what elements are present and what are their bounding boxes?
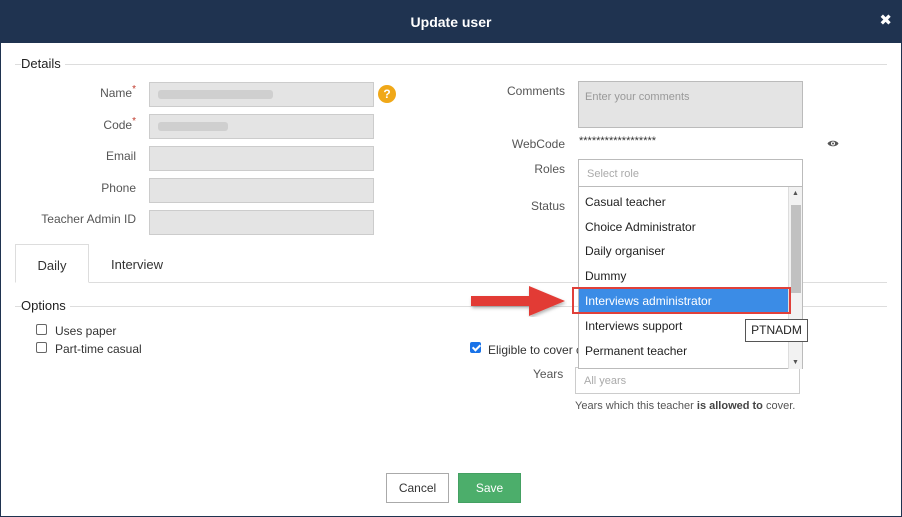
code-label: Code* — [103, 116, 136, 132]
scroll-up-icon[interactable]: ▲ — [792, 190, 799, 197]
cancel-button[interactable]: Cancel — [386, 473, 449, 503]
email-label: Email — [105, 149, 136, 163]
status-label: Status — [530, 199, 565, 213]
tab-interview[interactable]: Interview — [97, 244, 177, 283]
phone-label: Phone — [101, 181, 136, 195]
code-field[interactable] — [149, 114, 374, 139]
role-option-dummy[interactable]: Dummy — [579, 263, 789, 287]
scroll-down-icon[interactable]: ▼ — [792, 359, 799, 366]
roles-select[interactable]: Select role — [578, 159, 803, 187]
help-icon[interactable]: ? — [378, 85, 396, 103]
update-user-dialog: Update user ✖ Details Name* ? Code* Emai… — [0, 0, 902, 517]
uses-paper-checkbox[interactable] — [36, 324, 47, 335]
options-legend: Options — [21, 298, 70, 313]
close-icon[interactable]: ✖ — [879, 13, 892, 29]
role-option-casual-teacher[interactable]: Casual teacher — [579, 189, 789, 213]
role-option-choice-administrator[interactable]: Choice Administrator — [579, 214, 789, 238]
eligible-label: Eligible to cover c — [488, 343, 583, 357]
part-time-casual-checkbox[interactable] — [36, 342, 47, 353]
details-legend: Details — [21, 56, 65, 71]
name-label: Name* — [100, 84, 136, 100]
eye-icon[interactable] — [827, 137, 839, 151]
webcode-label: WebCode — [511, 137, 565, 151]
comments-textarea[interactable]: Enter your comments — [578, 81, 803, 128]
scroll-thumb[interactable] — [791, 205, 801, 293]
eligible-checkbox[interactable] — [470, 342, 481, 353]
email-field[interactable] — [149, 146, 374, 171]
details-divider — [15, 64, 887, 65]
teacher-admin-id-label: Teacher Admin ID — [41, 212, 136, 226]
webcode-value: ****************** — [579, 135, 657, 147]
role-code-tooltip: PTNADM — [745, 319, 808, 342]
years-select[interactable]: All years — [575, 367, 800, 394]
comments-label: Comments — [506, 84, 565, 98]
save-button[interactable]: Save — [458, 473, 521, 503]
dialog-title: Update user — [410, 14, 492, 30]
part-time-casual-label: Part-time casual — [55, 342, 142, 356]
dialog-header: Update user ✖ — [1, 1, 901, 43]
red-arrow-icon — [467, 281, 567, 320]
role-option-daily-organiser[interactable]: Daily organiser — [579, 238, 789, 262]
years-help-text: Years which this teacher is allowed to c… — [575, 400, 796, 412]
phone-field[interactable] — [149, 178, 374, 203]
roles-label: Roles — [534, 162, 565, 176]
uses-paper-label: Uses paper — [55, 324, 117, 338]
tab-daily[interactable]: Daily — [15, 244, 89, 283]
teacher-admin-id-field[interactable] — [149, 210, 374, 235]
name-field[interactable] — [149, 82, 374, 107]
highlight-box — [572, 287, 791, 314]
years-label: Years — [533, 367, 564, 381]
